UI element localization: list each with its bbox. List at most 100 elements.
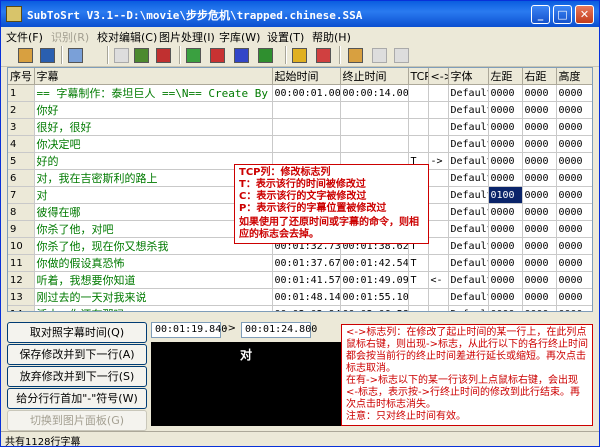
start-time-field[interactable]: 00:01:19.840	[151, 322, 227, 338]
table-row[interactable]: 12 听着，我想要你知道 00:01:41.570 00:01:49.090 T <- De…	[8, 271, 592, 289]
table-cell[interactable]: Default	[448, 237, 489, 255]
table-cell[interactable]: == 字幕制作：泰坦巨人 ==\N== Create By SubToSr	[34, 84, 273, 102]
table-row[interactable]: 1== 字幕制作：泰坦巨人 ==\N== Create By SubToSr00…	[8, 84, 592, 102]
table-cell[interactable]	[428, 203, 449, 221]
table-cell[interactable]: Default	[448, 101, 489, 119]
table-cell[interactable]: 00:02:06.580	[340, 305, 409, 311]
table-cell[interactable]: Default	[448, 220, 489, 238]
table-cell[interactable]	[428, 237, 449, 255]
table-cell[interactable]: 0000	[488, 305, 523, 311]
table-cell[interactable]: 0000	[522, 305, 557, 311]
table-cell[interactable]: 0000	[488, 271, 523, 289]
table-cell[interactable]	[272, 135, 341, 153]
column-header-9[interactable]: 高度	[556, 68, 592, 85]
table-cell[interactable]: 0000	[522, 186, 557, 204]
table-cell[interactable]: 00:01:42.540	[340, 254, 409, 272]
table-cell[interactable]: 00:00:14.000	[340, 84, 409, 102]
table-cell[interactable]: 5	[8, 152, 35, 170]
table-cell[interactable]: 刚过去的一天对我来说	[34, 288, 273, 306]
action-button-0[interactable]: 取对照字幕时间(Q)	[7, 322, 147, 343]
table-cell[interactable]	[428, 305, 449, 311]
toolbar-button-12[interactable]	[345, 45, 365, 65]
table-cell[interactable]: 7	[8, 186, 35, 204]
table-cell[interactable]: 0000	[522, 84, 557, 102]
table-cell[interactable]: 00:01:48.140	[272, 288, 341, 306]
table-cell[interactable]: T	[408, 254, 429, 272]
table-cell[interactable]: 0000	[522, 203, 557, 221]
toolbar-button-8[interactable]	[231, 45, 251, 65]
table-cell[interactable]: Default	[448, 305, 489, 311]
table-cell[interactable]: 0000	[556, 152, 592, 170]
table-cell[interactable]: Default	[448, 152, 489, 170]
table-cell[interactable]: <-	[428, 271, 449, 289]
column-header-1[interactable]: 字幕	[34, 68, 273, 85]
table-cell[interactable]: 0000	[488, 118, 523, 136]
table-row[interactable]: 14沃本，你还在那吗00:02:02.94000:02:06.580 Defaul…	[8, 305, 592, 311]
table-cell[interactable]	[428, 84, 449, 102]
close-button[interactable]: ✕	[575, 5, 594, 24]
table-cell[interactable]: 0000	[488, 254, 523, 272]
table-row[interactable]: 4你决定吧Default000000000000	[8, 135, 592, 153]
toolbar-button-7[interactable]	[207, 45, 227, 65]
table-cell[interactable]: 0000	[556, 118, 592, 136]
toolbar-button-13[interactable]	[369, 45, 389, 65]
column-header-0[interactable]: 序号	[8, 68, 35, 85]
table-cell[interactable]	[408, 288, 429, 306]
minimize-button[interactable]: _	[531, 5, 550, 24]
table-cell[interactable]: 0000	[488, 101, 523, 119]
column-header-4[interactable]: TCP	[408, 68, 429, 85]
table-cell[interactable]: Default	[448, 271, 489, 289]
toolbar-button-11[interactable]	[313, 45, 333, 65]
table-cell[interactable]: Default	[448, 254, 489, 272]
table-cell[interactable]	[428, 254, 449, 272]
table-cell[interactable]: ->	[428, 152, 449, 170]
toolbar-button-0[interactable]	[15, 45, 35, 65]
end-time-field[interactable]: 00:01:24.800	[241, 322, 317, 338]
table-cell[interactable]	[408, 101, 429, 119]
toolbar-button-6[interactable]	[183, 45, 203, 65]
table-cell[interactable]: Default	[448, 135, 489, 153]
column-header-2[interactable]: 起始时间	[272, 68, 341, 85]
table-cell[interactable]: 00:01:49.090	[340, 271, 409, 289]
table-cell[interactable]: 0000	[556, 186, 592, 204]
table-cell[interactable]: 4	[8, 135, 35, 153]
table-cell[interactable]: 0000	[522, 237, 557, 255]
table-cell[interactable]	[408, 118, 429, 136]
table-cell[interactable]: 0000	[556, 169, 592, 187]
table-cell[interactable]: 00:00:01.000	[272, 84, 341, 102]
column-header-6[interactable]: 字体	[448, 68, 489, 85]
table-row[interactable]: 3很好，很好Default000000000000	[8, 118, 592, 136]
table-cell[interactable]: 0000	[556, 271, 592, 289]
table-cell[interactable]: Default	[448, 186, 489, 204]
table-cell[interactable]: 0000	[488, 84, 523, 102]
table-cell[interactable]: 10	[8, 237, 35, 255]
table-cell[interactable]: 11	[8, 254, 35, 272]
table-row[interactable]: 11 你做的假设真恐怖 00:01:37.670 00:01:42.540 T Defau…	[8, 254, 592, 272]
table-cell[interactable]	[408, 135, 429, 153]
table-cell[interactable]: 你决定吧	[34, 135, 273, 153]
toolbar-button-5[interactable]	[153, 45, 173, 65]
table-cell[interactable]: Default	[448, 288, 489, 306]
table-cell[interactable]: 13	[8, 288, 35, 306]
table-cell[interactable]: 0000	[522, 118, 557, 136]
table-cell[interactable]: Default	[448, 169, 489, 187]
column-header-8[interactable]: 右距	[522, 68, 557, 85]
toolbar-button-4[interactable]	[131, 45, 151, 65]
table-cell[interactable]: Default	[448, 84, 489, 102]
table-cell[interactable]	[272, 101, 341, 119]
table-cell[interactable]: 0000	[488, 288, 523, 306]
table-cell[interactable]: 00:02:02.940	[272, 305, 341, 311]
table-cell[interactable]: 0000	[522, 288, 557, 306]
table-cell[interactable]: 0000	[556, 135, 592, 153]
table-row[interactable]: 2你好Default000000000000	[8, 101, 592, 119]
table-cell[interactable]	[428, 118, 449, 136]
toolbar-button-9[interactable]	[255, 45, 275, 65]
table-cell[interactable]: 0000	[522, 220, 557, 238]
action-button-2[interactable]: 放弃修改并到下一行(S)	[7, 366, 147, 387]
table-cell[interactable]: 0000	[556, 305, 592, 311]
table-cell[interactable]: 2	[8, 101, 35, 119]
table-cell[interactable]: 0000	[556, 84, 592, 102]
column-header-5[interactable]: <->	[428, 68, 449, 85]
table-cell[interactable]	[408, 84, 429, 102]
table-cell[interactable]: 0000	[556, 288, 592, 306]
